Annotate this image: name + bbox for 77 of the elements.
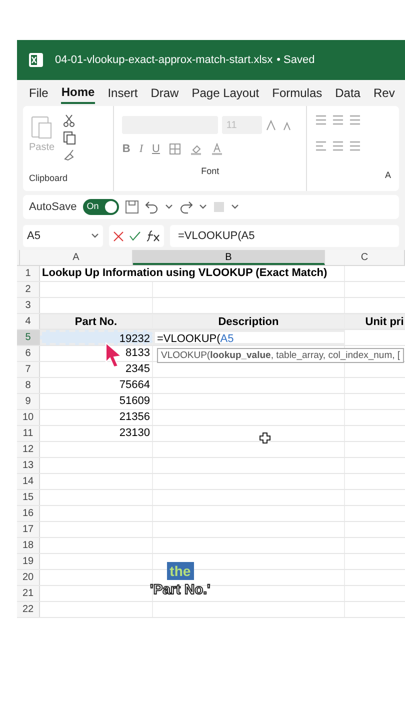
row-header[interactable]: 21 <box>17 586 40 601</box>
ribbon-tab[interactable]: Formulas <box>272 82 322 104</box>
formula-field[interactable]: =VLOOKUP(A5 <box>170 225 399 247</box>
row-header[interactable]: 15 <box>17 490 40 505</box>
video-caption: the <box>166 562 194 580</box>
table-cell: 23130 <box>40 426 153 441</box>
ribbon-tab[interactable]: Page Layout <box>192 82 260 104</box>
formula-edit-cell[interactable]: =VLOOKUP(A5 <box>153 330 345 345</box>
font-color-icon[interactable] <box>210 143 223 155</box>
function-tooltip: VLOOKUP(lookup_value, table_array, col_index_num, [ <box>157 348 404 363</box>
mouse-pointer-icon <box>105 342 123 368</box>
row-header[interactable]: 14 <box>17 474 40 489</box>
underline-button[interactable]: U <box>152 140 160 158</box>
ribbon-tab[interactable]: File <box>29 82 48 104</box>
table-cell: 19232 <box>40 330 153 345</box>
ribbon-tab[interactable]: Rev <box>373 82 395 104</box>
chevron-down-icon <box>230 204 239 210</box>
row-header[interactable]: 12 <box>17 442 40 457</box>
undo-icon[interactable] <box>144 200 159 214</box>
column-header[interactable]: C <box>325 250 405 265</box>
row-header[interactable]: 19 <box>17 554 40 569</box>
row-header[interactable]: 17 <box>17 522 40 537</box>
video-caption: 'Part No.' <box>149 580 212 598</box>
sheet-title: Lookup Up Information using VLOOKUP (Exact Match) <box>40 266 345 281</box>
scissors-icon[interactable] <box>62 114 75 127</box>
group-label: A <box>384 169 391 182</box>
row-header[interactable]: 16 <box>17 506 40 521</box>
bold-button[interactable]: B <box>122 140 130 158</box>
redo-icon[interactable] <box>178 200 193 214</box>
cancel-icon[interactable] <box>113 230 124 242</box>
row-header[interactable]: 1 <box>17 266 40 281</box>
spreadsheet-logo-icon <box>29 53 43 67</box>
table-cell: 51609 <box>40 394 153 409</box>
fill-color-icon[interactable] <box>190 143 202 155</box>
save-icon[interactable] <box>124 200 139 214</box>
row-header[interactable]: 7 <box>17 362 40 377</box>
row-header[interactable]: 9 <box>17 394 40 409</box>
save-status[interactable]: • Saved <box>276 52 315 68</box>
column-title: Description <box>153 314 345 329</box>
ribbon-tab[interactable]: Data <box>335 82 360 104</box>
autosave-toggle[interactable]: On <box>82 199 119 215</box>
cell-cursor-icon <box>259 432 271 444</box>
name-box[interactable]: A5 <box>23 225 103 247</box>
row-header[interactable]: 5 <box>17 330 40 345</box>
column-title: Unit pri <box>345 314 405 329</box>
row-header[interactable]: 18 <box>17 538 40 553</box>
column-title: Part No. <box>40 314 153 329</box>
row-header[interactable]: 3 <box>17 298 40 313</box>
row-header[interactable]: 22 <box>17 602 40 617</box>
brush-icon[interactable] <box>62 149 75 161</box>
borders-icon[interactable] <box>168 143 181 155</box>
function-icon[interactable] <box>146 230 160 242</box>
chevron-down-icon <box>91 233 99 239</box>
ribbon-tab[interactable]: Insert <box>108 82 138 104</box>
row-header[interactable]: 2 <box>17 282 40 297</box>
row-header[interactable]: 4 <box>17 314 40 329</box>
column-header[interactable]: B <box>133 250 325 265</box>
grow-font-icon[interactable] <box>266 119 278 131</box>
ribbon-tab[interactable]: Draw <box>150 82 179 104</box>
row-header[interactable]: 8 <box>17 378 40 393</box>
row-header[interactable]: 13 <box>17 458 40 473</box>
table-cell: 21356 <box>40 410 153 425</box>
row-header[interactable]: 10 <box>17 410 40 425</box>
row-header[interactable]: 20 <box>17 570 40 585</box>
paste-icon[interactable] <box>30 114 53 140</box>
row-header[interactable]: 11 <box>17 426 40 441</box>
chevron-down-icon <box>164 204 173 210</box>
autosave-label: AutoSave <box>29 200 77 215</box>
group-label: Font <box>201 165 220 178</box>
ribbon-tab[interactable]: Home <box>61 82 95 104</box>
italic-button[interactable]: I <box>139 140 143 158</box>
file-name: 04-01-vlookup-exact-approx-match-start.xlsx <box>55 52 273 68</box>
row-header[interactable]: 6 <box>17 346 40 361</box>
chevron-down-icon <box>198 204 207 210</box>
table-cell: 75664 <box>40 378 153 393</box>
check-icon[interactable] <box>129 231 141 241</box>
group-label: Clipboard <box>29 172 69 185</box>
